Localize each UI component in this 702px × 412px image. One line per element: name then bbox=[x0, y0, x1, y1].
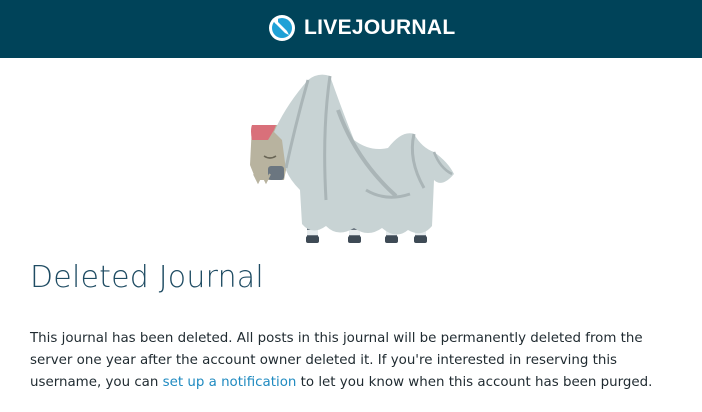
livejournal-pencil-logo-icon bbox=[269, 15, 295, 41]
set-up-notification-link[interactable]: set up a notification bbox=[163, 375, 297, 390]
ghost-horse-icon bbox=[250, 74, 454, 243]
livejournal-wordmark: LIVEJOURNAL bbox=[304, 16, 456, 39]
top-header-bar: LIVEJOURNAL bbox=[0, 0, 702, 58]
ghost-sheet bbox=[274, 74, 454, 235]
livejournal-home-link[interactable]: LIVEJOURNAL bbox=[268, 13, 455, 43]
page-title: Deleted Journal bbox=[30, 260, 264, 295]
message-text-after-link: to let you know when this account has be… bbox=[296, 375, 653, 390]
deleted-journal-message: This journal has been deleted. All posts… bbox=[30, 328, 680, 394]
